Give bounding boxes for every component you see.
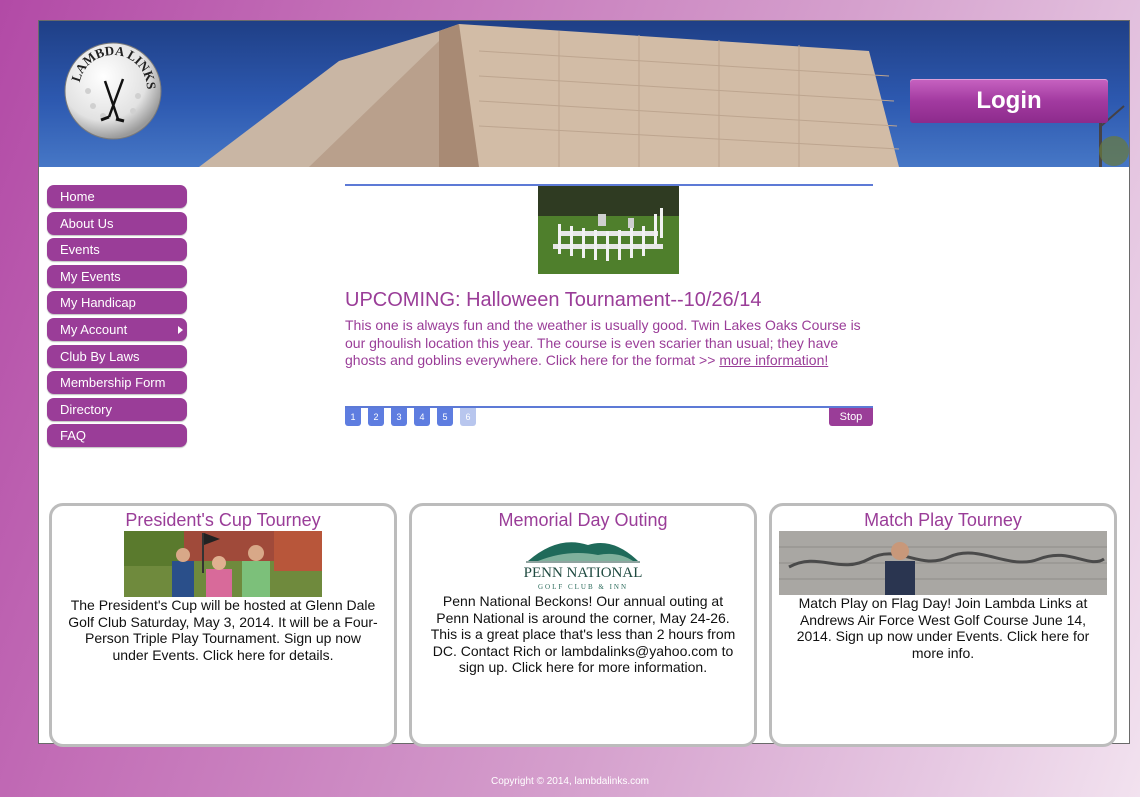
card-memorial-day: Memorial Day Outing PENN NATIONAL GOLF C… [409,503,757,747]
slide-title[interactable]: UPCOMING: Halloween Tournament--10/26/14 [345,289,873,312]
slider-pager: 1 2 3 4 5 6 [345,408,476,426]
nav-item-my-account[interactable]: My Account [47,317,187,341]
pager-button-6[interactable]: 6 [460,408,476,426]
header-banner: LAMBDA LINKS Login [39,21,1129,167]
lambda-links-logo[interactable]: LAMBDA LINKS [63,41,163,141]
pager-button-5[interactable]: 5 [437,408,453,426]
pager-button-3[interactable]: 3 [391,408,407,426]
slide-image[interactable] [538,186,679,274]
copyright-text: Copyright © 2014, lambdalinks.com [491,776,649,787]
nav-item-home[interactable]: Home [47,185,187,208]
nav-item-about-us[interactable]: About Us [47,211,187,235]
stop-button[interactable]: Stop [829,408,873,426]
card-text: Penn National Beckons! Our annual outing… [430,593,736,675]
nav-item-my-events[interactable]: My Events [47,264,187,288]
page-container: LAMBDA LINKS Login Home About Us Events … [38,20,1130,747]
pager-button-2[interactable]: 2 [368,408,384,426]
nav-item-membership-form[interactable]: Membership Form [47,371,187,395]
nav-item-club-by-laws[interactable]: Club By Laws [47,344,187,368]
card-text: The President's Cup will be hosted at Gl… [68,597,378,663]
card-presidents-cup: President's Cup Tourney The President's … [49,503,397,747]
featured-slider: UPCOMING: Halloween Tournament--10/26/14… [345,184,873,426]
nav-item-directory[interactable]: Directory [47,397,187,421]
nav-item-my-handicap[interactable]: My Handicap [47,291,187,315]
more-information-link[interactable]: more information! [719,352,828,368]
card-text: Match Play on Flag Day! Join Lambda Link… [796,595,1090,661]
penn-national-text: PENN NATIONAL [524,565,643,581]
login-button[interactable]: Login [910,79,1108,123]
card-title[interactable]: Match Play Tourney [772,510,1114,531]
nav-item-events[interactable]: Events [47,238,187,262]
nav-item-label: My Account [60,321,128,337]
sidebar-nav: Home About Us Events My Events My Handic… [47,185,187,451]
card-image[interactable] [124,531,322,597]
penn-national-logo[interactable]: PENN NATIONAL GOLF CLUB & INN [518,531,648,593]
card-match-play: Match Play Tourney Match Play on Flag Da… [769,503,1117,747]
nav-item-faq[interactable]: FAQ [47,424,187,448]
submenu-arrow-icon [178,325,183,334]
golf-club-inn-text: GOLF CLUB & INN [538,583,628,591]
pager-button-1[interactable]: 1 [345,408,361,426]
slide-description: This one is always fun and the weather i… [345,317,873,370]
pager-button-4[interactable]: 4 [414,408,430,426]
card-title[interactable]: Memorial Day Outing [412,510,754,531]
card-title[interactable]: President's Cup Tourney [52,510,394,531]
card-image[interactable] [779,531,1107,595]
